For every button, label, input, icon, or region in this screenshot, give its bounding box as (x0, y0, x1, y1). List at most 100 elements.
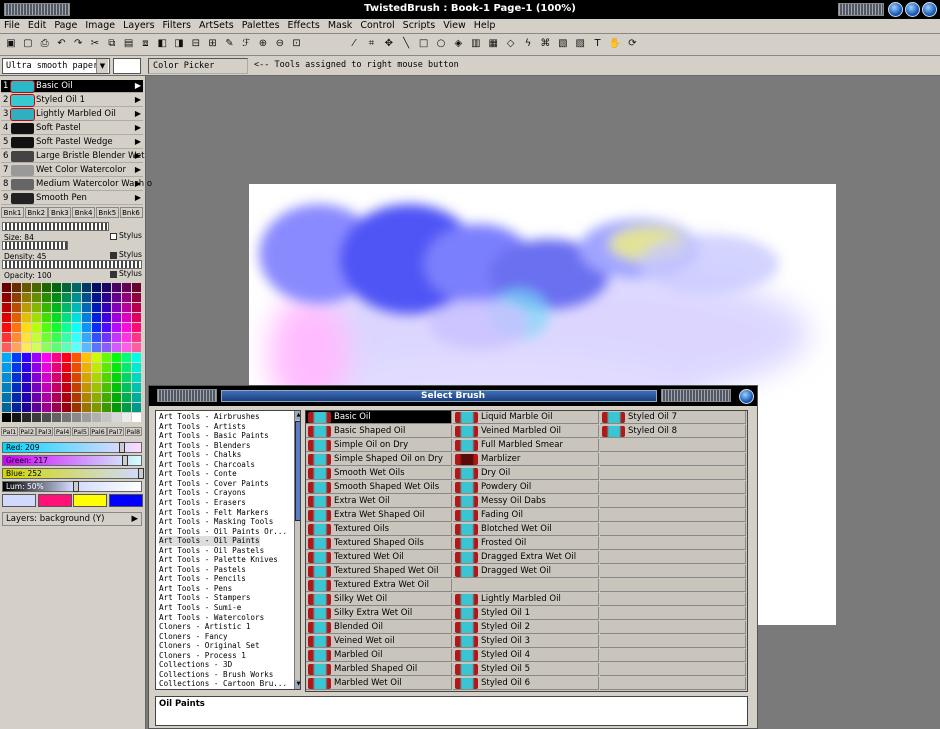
palette-swatch[interactable] (12, 313, 21, 322)
crop-icon[interactable]: ⌗ (364, 37, 378, 51)
chevron-right-icon[interactable]: ▶ (135, 95, 141, 104)
brush-cell-textured-shaped-wet-oil[interactable]: Textured Shaped Wet Oil (306, 565, 452, 578)
palette-swatch[interactable] (42, 363, 51, 372)
palette-swatch[interactable] (52, 383, 61, 392)
rotate-icon[interactable]: ⟳ (625, 37, 639, 51)
brush-cell-extra-wet-oil[interactable]: Extra Wet Oil (306, 495, 452, 508)
palette-swatch[interactable] (92, 283, 101, 292)
chevron-right-icon[interactable]: ▶ (135, 109, 141, 118)
palette-swatch[interactable] (12, 353, 21, 362)
chevron-right-icon[interactable]: ▶ (135, 81, 141, 90)
chevron-right-icon[interactable]: ▶ (135, 179, 141, 188)
palette-swatch[interactable] (32, 333, 41, 342)
chevron-right-icon[interactable]: ▶ (135, 137, 141, 146)
category-item[interactable]: Art Tools - Oil Paints Or... (159, 527, 287, 537)
brush-cell-styled-oil-7[interactable]: Styled Oil 7 (600, 411, 746, 424)
palette-swatch[interactable] (32, 293, 41, 302)
brush-cell-textured-extra-wet-oil[interactable]: Textured Extra Wet Oil (306, 579, 452, 592)
palette-swatch[interactable] (102, 373, 111, 382)
paper-select[interactable]: Ultra smooth paper (2, 58, 110, 74)
brush-cell-liquid-marble-oil[interactable]: Liquid Marble Oil (453, 411, 599, 424)
palette-swatch[interactable] (52, 393, 61, 402)
palette-swatch[interactable] (102, 403, 111, 412)
category-item[interactable]: Art Tools - Stampers (159, 593, 250, 603)
palette-swatch[interactable] (122, 343, 131, 352)
category-item[interactable]: Art Tools - Chalks (159, 450, 241, 460)
blue-slider[interactable]: Blue: 252 (2, 468, 144, 479)
palette-swatch[interactable] (92, 413, 101, 422)
palette-swatch[interactable] (62, 353, 71, 362)
green-knob[interactable] (122, 455, 128, 466)
stamp-icon[interactable]: ⌘ (538, 37, 552, 51)
palette-swatch[interactable] (112, 363, 121, 372)
palette-swatch[interactable] (122, 353, 131, 362)
category-item[interactable]: Art Tools - Basic Paints (159, 431, 269, 441)
palette-swatch[interactable] (122, 333, 131, 342)
brush-slot-6[interactable]: 6 Large Bristle Blender Wet ▶ (1, 150, 144, 163)
brush-cell-full-marbled-smear[interactable]: Full Marbled Smear (453, 439, 599, 452)
palette-swatch[interactable] (72, 413, 81, 422)
size-slider[interactable] (2, 222, 109, 231)
palette-swatch[interactable] (22, 363, 31, 372)
palette-swatch[interactable] (42, 403, 51, 412)
palette-swatch[interactable] (82, 353, 91, 362)
menu-control[interactable]: Control (356, 19, 398, 31)
brush-slot-3[interactable]: 3 Lightly Marbled Oil ▶ (1, 108, 143, 121)
palette-swatch[interactable] (42, 303, 51, 312)
palette-swatch[interactable] (62, 343, 71, 352)
color-palette[interactable] (2, 283, 142, 423)
opacity-stylus-checkbox[interactable]: Stylus (110, 269, 142, 278)
zoom-out-icon[interactable]: ⊖ (273, 37, 287, 51)
density-stylus-checkbox[interactable]: Stylus (110, 250, 142, 259)
palette-swatch[interactable] (132, 333, 141, 342)
brush-cell-basic-oil[interactable]: Basic Oil (306, 411, 452, 424)
category-item[interactable]: Collections - Color Bru... (159, 689, 278, 690)
palette-swatch[interactable] (22, 313, 31, 322)
palette-swatch[interactable] (22, 283, 31, 292)
fit-icon[interactable]: ⊡ (290, 37, 304, 51)
palette-swatch[interactable] (22, 373, 31, 382)
palette-swatch[interactable] (32, 393, 41, 402)
brush-cell-basic-shaped-oil[interactable]: Basic Shaped Oil (306, 425, 452, 438)
palette-swatch[interactable] (52, 313, 61, 322)
chevron-down-icon[interactable]: ▼ (96, 59, 108, 73)
first-page-icon[interactable]: ⊟ (189, 37, 203, 51)
dialog-close-button[interactable] (739, 389, 754, 404)
palette-swatch[interactable] (112, 303, 121, 312)
palette-swatch[interactable] (42, 333, 51, 342)
palette-swatch[interactable] (82, 343, 91, 352)
palette-swatch[interactable] (12, 303, 21, 312)
paste-icon[interactable]: ▤ (122, 37, 136, 51)
category-item[interactable]: Art Tools - Blenders (159, 441, 250, 451)
bank-tab-6[interactable]: Bnk6 (119, 207, 143, 218)
palette-swatch[interactable] (32, 403, 41, 412)
palette-swatch[interactable] (122, 373, 131, 382)
palette-tab-6[interactable]: Pal6 (89, 427, 107, 436)
palette-swatch[interactable] (12, 343, 21, 352)
palette-tab-8[interactable]: Pal8 (124, 427, 142, 436)
brush-cell-styled-oil-8[interactable]: Styled Oil 8 (600, 425, 746, 438)
palette-swatch[interactable] (62, 383, 71, 392)
palette-swatch[interactable] (72, 393, 81, 402)
new-page-icon[interactable]: ▢ (21, 37, 35, 51)
palette-swatch[interactable] (102, 333, 111, 342)
palette-swatch[interactable] (32, 313, 41, 322)
palette-swatch[interactable] (52, 293, 61, 302)
palette-swatch[interactable] (2, 383, 11, 392)
menu-scripts[interactable]: Scripts (399, 19, 440, 31)
chevron-right-icon[interactable]: ▶ (135, 123, 141, 132)
brush-cell-simple-shaped-oil-on-dry[interactable]: Simple Shaped Oil on Dry (306, 453, 452, 466)
lum-slider[interactable]: Lum: 50% (2, 481, 142, 492)
copy-icon[interactable]: ⧉ (105, 37, 119, 51)
palette-swatch[interactable] (32, 373, 41, 382)
palette-swatch[interactable] (22, 333, 31, 342)
quick-color-swatch[interactable] (108, 494, 143, 507)
palette-swatch[interactable] (112, 383, 121, 392)
bank-tab-4[interactable]: Bnk4 (72, 207, 96, 218)
palette-swatch[interactable] (82, 403, 91, 412)
brush-slot-8[interactable]: 8 Medium Watercolor Wash o ▶ (1, 178, 152, 191)
menu-help[interactable]: Help (470, 19, 500, 31)
category-item[interactable]: Art Tools - Cover Paints (159, 479, 269, 489)
palette-swatch[interactable] (72, 363, 81, 372)
palette-swatch[interactable] (32, 363, 41, 372)
